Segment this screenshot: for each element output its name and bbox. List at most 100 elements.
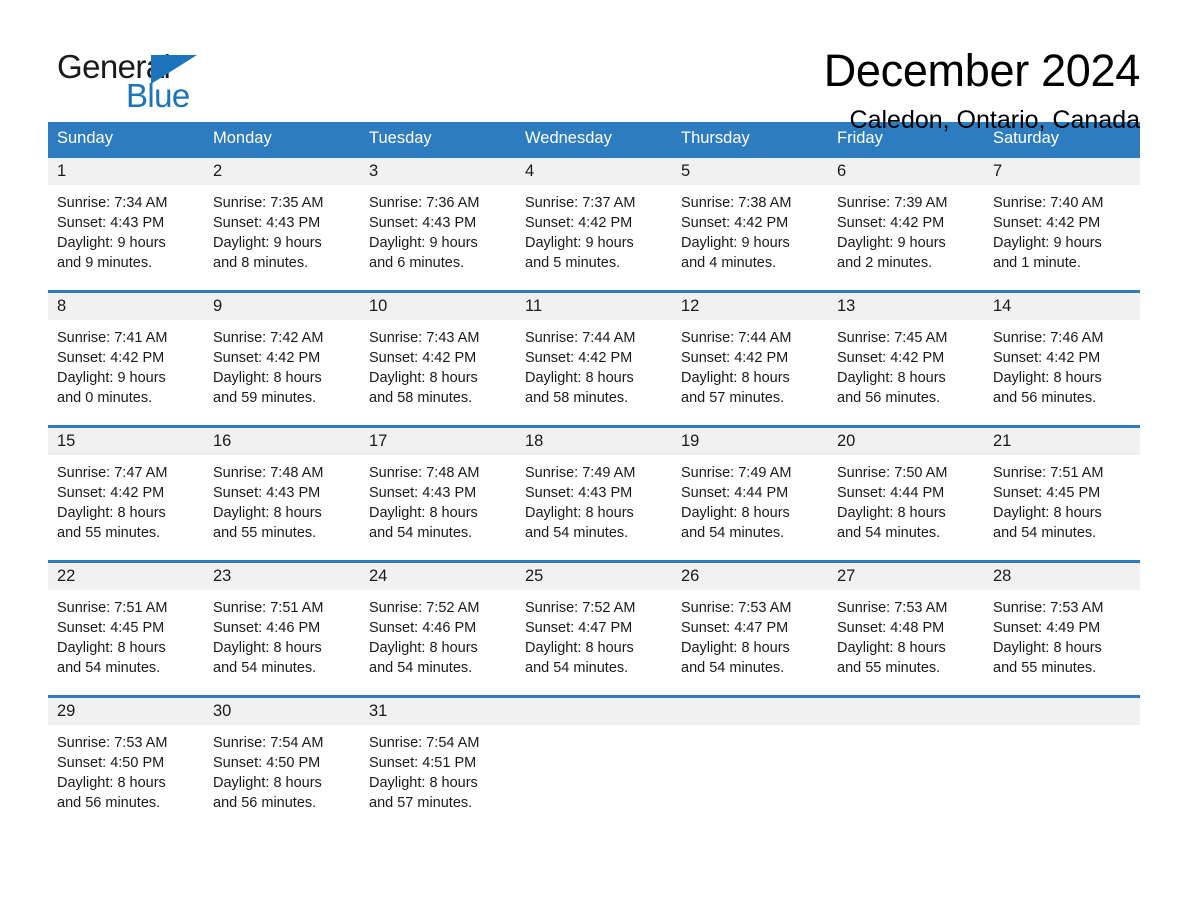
sunset-text: Sunset: 4:42 PM xyxy=(837,350,945,366)
day-cell[interactable]: 21 Sunrise: 7:51 AM Sunset: 4:45 PM Dayligh… xyxy=(984,428,1140,560)
daylight-text-line1: Daylight: 8 hours xyxy=(993,505,1102,521)
week-row: 22 Sunrise: 7:51 AM Sunset: 4:45 PM Dayligh… xyxy=(48,560,1140,695)
sunrise-text: Sunrise: 7:36 AM xyxy=(369,195,480,211)
sunset-text: Sunset: 4:45 PM xyxy=(993,485,1101,501)
sunrise-text: Sunrise: 7:44 AM xyxy=(681,330,792,346)
weekday-header-tuesday: Tuesday xyxy=(369,129,432,147)
sunset-text: Sunset: 4:42 PM xyxy=(57,350,165,366)
sunset-text: Sunset: 4:42 PM xyxy=(993,215,1101,231)
sunset-text: Sunset: 4:43 PM xyxy=(369,485,477,501)
day-cell[interactable]: 31 Sunrise: 7:54 AM Sunset: 4:51 PM Dayligh… xyxy=(360,698,516,813)
day-cell[interactable]: 30 Sunrise: 7:54 AM Sunset: 4:50 PM Dayligh… xyxy=(204,698,360,813)
day-cell[interactable]: 2 Sunrise: 7:35 AM Sunset: 4:43 PM Daylight… xyxy=(204,158,360,290)
day-cell[interactable]: 4 Sunrise: 7:37 AM Sunset: 4:42 PM Daylight… xyxy=(516,158,672,290)
daylight-text-line2: and 59 minutes. xyxy=(213,390,317,406)
daylight-text-line1: Daylight: 8 hours xyxy=(369,775,478,791)
sunrise-text: Sunrise: 7:53 AM xyxy=(837,600,948,616)
day-details: Sunrise: 7:53 AM Sunset: 4:50 PM Daylight:… xyxy=(48,725,204,813)
sunrise-text: Sunrise: 7:49 AM xyxy=(525,465,636,481)
daylight-text-line1: Daylight: 9 hours xyxy=(213,235,322,251)
daylight-text-line2: and 2 minutes. xyxy=(837,255,933,271)
day-details: Sunrise: 7:35 AM Sunset: 4:43 PM Daylight:… xyxy=(204,185,360,273)
daylight-text-line1: Daylight: 8 hours xyxy=(681,505,790,521)
day-number: 23 xyxy=(204,563,360,590)
day-cell[interactable]: 27 Sunrise: 7:53 AM Sunset: 4:48 PM Dayligh… xyxy=(828,563,984,695)
day-number: 10 xyxy=(360,293,516,320)
day-cell[interactable]: 15 Sunrise: 7:47 AM Sunset: 4:42 PM Dayligh… xyxy=(48,428,204,560)
daylight-text-line1: Daylight: 9 hours xyxy=(369,235,478,251)
sunset-text: Sunset: 4:43 PM xyxy=(213,485,321,501)
day-details: Sunrise: 7:51 AM Sunset: 4:46 PM Daylight:… xyxy=(204,590,360,678)
day-number: 29 xyxy=(48,698,204,725)
day-cell[interactable]: 3 Sunrise: 7:36 AM Sunset: 4:43 PM Daylight… xyxy=(360,158,516,290)
day-cell[interactable]: 8 Sunrise: 7:41 AM Sunset: 4:42 PM Daylight… xyxy=(48,293,204,425)
sunset-text: Sunset: 4:42 PM xyxy=(993,350,1101,366)
day-details: Sunrise: 7:50 AM Sunset: 4:44 PM Daylight:… xyxy=(828,455,984,543)
sunset-text: Sunset: 4:42 PM xyxy=(525,350,633,366)
day-number: 8 xyxy=(48,293,204,320)
day-cell[interactable]: 10 Sunrise: 7:43 AM Sunset: 4:42 PM Dayligh… xyxy=(360,293,516,425)
sunrise-text: Sunrise: 7:51 AM xyxy=(57,600,168,616)
daylight-text-line1: Daylight: 9 hours xyxy=(837,235,946,251)
sunrise-text: Sunrise: 7:45 AM xyxy=(837,330,948,346)
day-cell[interactable]: 13 Sunrise: 7:45 AM Sunset: 4:42 PM Dayligh… xyxy=(828,293,984,425)
day-number: 27 xyxy=(828,563,984,590)
day-details: Sunrise: 7:49 AM Sunset: 4:44 PM Daylight:… xyxy=(672,455,828,543)
daylight-text-line1: Daylight: 9 hours xyxy=(681,235,790,251)
day-cell[interactable]: 7 Sunrise: 7:40 AM Sunset: 4:42 PM Daylight… xyxy=(984,158,1140,290)
day-details: Sunrise: 7:51 AM Sunset: 4:45 PM Daylight:… xyxy=(984,455,1140,543)
daylight-text-line2: and 56 minutes. xyxy=(57,795,161,811)
day-cell[interactable]: 9 Sunrise: 7:42 AM Sunset: 4:42 PM Daylight… xyxy=(204,293,360,425)
daylight-text-line2: and 54 minutes. xyxy=(993,525,1097,541)
day-cell[interactable]: 29 Sunrise: 7:53 AM Sunset: 4:50 PM Dayligh… xyxy=(48,698,204,813)
day-number: 9 xyxy=(204,293,360,320)
sunrise-text: Sunrise: 7:53 AM xyxy=(993,600,1104,616)
day-details: Sunrise: 7:52 AM Sunset: 4:47 PM Daylight:… xyxy=(516,590,672,678)
day-cell[interactable]: 11 Sunrise: 7:44 AM Sunset: 4:42 PM Dayligh… xyxy=(516,293,672,425)
sunrise-text: Sunrise: 7:46 AM xyxy=(993,330,1104,346)
week-row: 15 Sunrise: 7:47 AM Sunset: 4:42 PM Dayligh… xyxy=(48,425,1140,560)
day-cell[interactable]: 19 Sunrise: 7:49 AM Sunset: 4:44 PM Dayligh… xyxy=(672,428,828,560)
day-number: 28 xyxy=(984,563,1140,590)
day-cell[interactable]: 18 Sunrise: 7:49 AM Sunset: 4:43 PM Dayligh… xyxy=(516,428,672,560)
day-cell[interactable]: 16 Sunrise: 7:48 AM Sunset: 4:43 PM Dayligh… xyxy=(204,428,360,560)
day-cell[interactable]: 28 Sunrise: 7:53 AM Sunset: 4:49 PM Dayligh… xyxy=(984,563,1140,695)
daylight-text-line2: and 58 minutes. xyxy=(369,390,473,406)
day-number: 13 xyxy=(828,293,984,320)
daylight-text-line2: and 4 minutes. xyxy=(681,255,777,271)
day-cell[interactable]: 6 Sunrise: 7:39 AM Sunset: 4:42 PM Daylight… xyxy=(828,158,984,290)
daylight-text-line2: and 5 minutes. xyxy=(525,255,621,271)
day-cell[interactable]: 14 Sunrise: 7:46 AM Sunset: 4:42 PM Dayligh… xyxy=(984,293,1140,425)
day-number: 5 xyxy=(672,158,828,185)
daylight-text-line1: Daylight: 8 hours xyxy=(993,370,1102,386)
day-cell[interactable]: 24 Sunrise: 7:52 AM Sunset: 4:46 PM Dayligh… xyxy=(360,563,516,695)
day-details: Sunrise: 7:53 AM Sunset: 4:49 PM Daylight:… xyxy=(984,590,1140,678)
day-cell[interactable]: 20 Sunrise: 7:50 AM Sunset: 4:44 PM Dayligh… xyxy=(828,428,984,560)
generalblue-logo[interactable]: General Blue xyxy=(48,44,228,120)
day-cell-empty xyxy=(672,698,828,813)
sunset-text: Sunset: 4:49 PM xyxy=(993,620,1101,636)
day-cell[interactable]: 17 Sunrise: 7:48 AM Sunset: 4:43 PM Dayligh… xyxy=(360,428,516,560)
sunrise-text: Sunrise: 7:34 AM xyxy=(57,195,168,211)
day-number: 21 xyxy=(984,428,1140,455)
sunset-text: Sunset: 4:51 PM xyxy=(369,755,477,771)
sunset-text: Sunset: 4:43 PM xyxy=(57,215,165,231)
day-number: 6 xyxy=(828,158,984,185)
day-details: Sunrise: 7:47 AM Sunset: 4:42 PM Daylight:… xyxy=(48,455,204,543)
daylight-text-line1: Daylight: 8 hours xyxy=(993,640,1102,656)
sunrise-text: Sunrise: 7:54 AM xyxy=(213,735,324,751)
sunrise-text: Sunrise: 7:40 AM xyxy=(993,195,1104,211)
day-cell[interactable]: 1 Sunrise: 7:34 AM Sunset: 4:43 PM Daylight… xyxy=(48,158,204,290)
day-number xyxy=(828,698,984,725)
day-cell[interactable]: 5 Sunrise: 7:38 AM Sunset: 4:42 PM Daylight… xyxy=(672,158,828,290)
day-cell[interactable]: 22 Sunrise: 7:51 AM Sunset: 4:45 PM Dayligh… xyxy=(48,563,204,695)
day-cell[interactable]: 12 Sunrise: 7:44 AM Sunset: 4:42 PM Dayligh… xyxy=(672,293,828,425)
day-cell[interactable]: 23 Sunrise: 7:51 AM Sunset: 4:46 PM Dayligh… xyxy=(204,563,360,695)
page-header: General Blue December 2024 Caledon, Onta… xyxy=(48,0,1140,134)
daylight-text-line1: Daylight: 8 hours xyxy=(525,505,634,521)
sunrise-text: Sunrise: 7:41 AM xyxy=(57,330,168,346)
day-number: 11 xyxy=(516,293,672,320)
day-cell[interactable]: 25 Sunrise: 7:52 AM Sunset: 4:47 PM Dayligh… xyxy=(516,563,672,695)
sunrise-text: Sunrise: 7:50 AM xyxy=(837,465,948,481)
day-cell[interactable]: 26 Sunrise: 7:53 AM Sunset: 4:47 PM Dayligh… xyxy=(672,563,828,695)
